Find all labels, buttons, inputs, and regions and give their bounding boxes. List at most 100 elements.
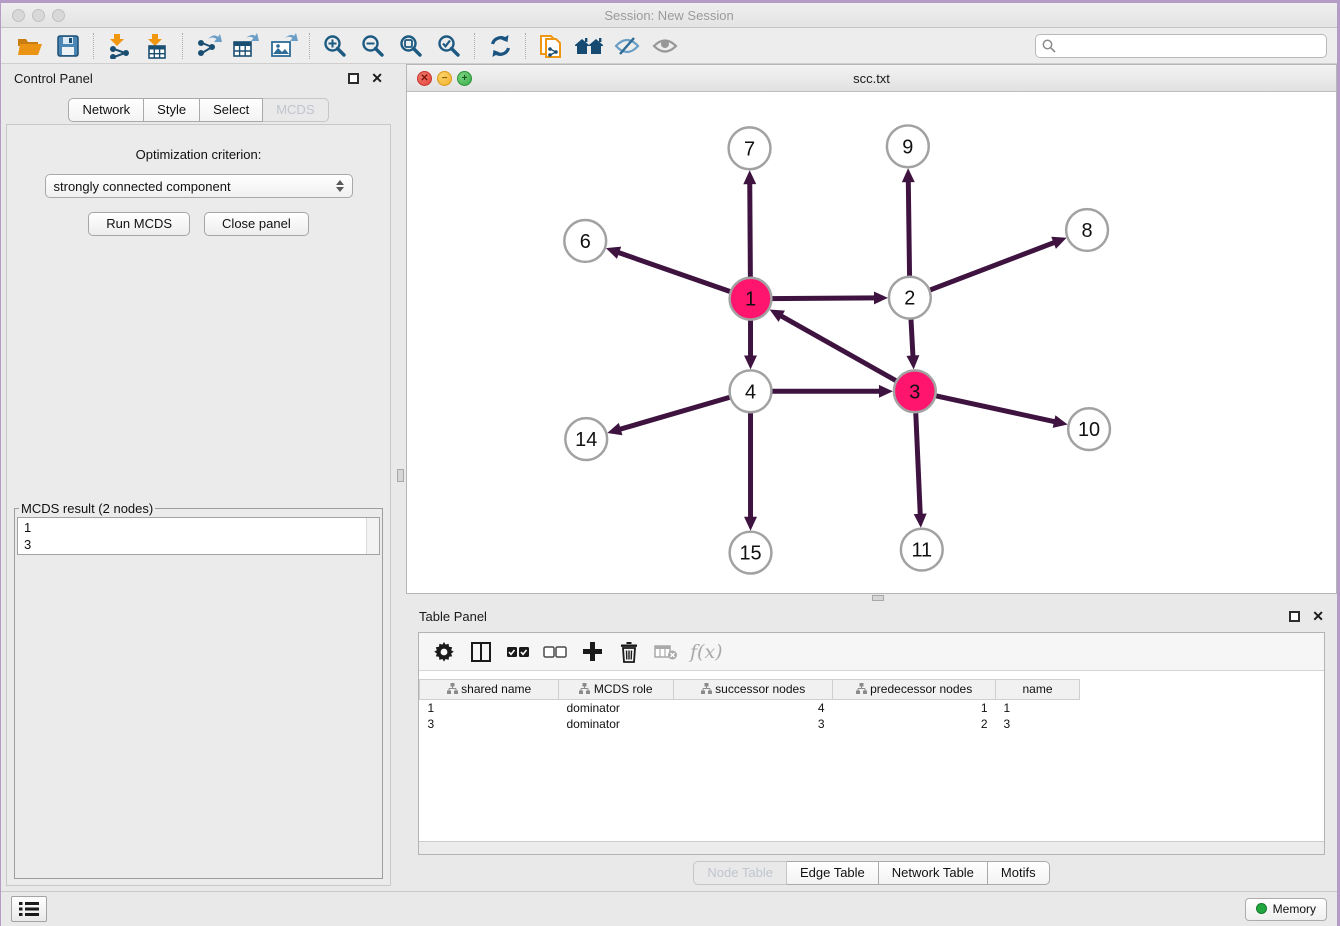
- graph-edge-arrow-icon: [743, 170, 756, 184]
- graph-edge[interactable]: [916, 409, 921, 517]
- graph-edge[interactable]: [768, 298, 877, 299]
- result-line: 1: [24, 519, 373, 536]
- graph-edge[interactable]: [750, 181, 751, 281]
- tab-motifs[interactable]: Motifs: [988, 861, 1050, 885]
- criterion-select[interactable]: strongly connected component: [45, 174, 353, 198]
- column-header[interactable]: MCDS role: [559, 680, 674, 700]
- frame-close-icon[interactable]: ✕: [417, 71, 432, 86]
- graph-node-label: 7: [744, 138, 755, 160]
- splitter-grip[interactable]: [397, 469, 404, 482]
- column-header[interactable]: predecessor nodes: [833, 680, 996, 700]
- graph-edge[interactable]: [927, 242, 1057, 292]
- home-icon[interactable]: [570, 31, 608, 61]
- splitter-grip[interactable]: [872, 595, 884, 601]
- graph-node-label: 4: [745, 381, 756, 403]
- table-panel-title: Table Panel: [419, 609, 1289, 624]
- memory-label: Memory: [1273, 902, 1316, 916]
- toolbar-separator: [525, 33, 526, 59]
- eye-icon[interactable]: [646, 31, 684, 61]
- graph-node-label: 8: [1082, 220, 1093, 242]
- minimize-window-icon[interactable]: [32, 9, 45, 22]
- list-icon: [19, 901, 39, 917]
- memory-status-icon: [1256, 903, 1267, 914]
- table-row[interactable]: 1dominator411: [420, 700, 1080, 716]
- table-cell[interactable]: dominator: [559, 716, 674, 732]
- status-bar: Memory: [1, 891, 1337, 926]
- network-canvas[interactable]: 1234678910111415: [407, 92, 1336, 593]
- table-cell[interactable]: 1: [833, 700, 996, 716]
- zoom-in-icon[interactable]: [316, 31, 354, 61]
- horizontal-scrollbar[interactable]: [419, 841, 1324, 854]
- table-area: shared name MCDS role successor nodes pr…: [419, 671, 1324, 841]
- close-panel-button[interactable]: Close panel: [204, 212, 309, 236]
- tab-edge-table[interactable]: Edge Table: [787, 861, 879, 885]
- graph-edge[interactable]: [911, 316, 913, 359]
- close-panel-icon[interactable]: ✕: [1312, 609, 1324, 623]
- import-network-icon[interactable]: [100, 31, 138, 61]
- mcds-result-box[interactable]: 1 3: [17, 517, 380, 555]
- zoom-out-icon[interactable]: [354, 31, 392, 61]
- export-network-icon[interactable]: [189, 31, 227, 61]
- optimization-criterion-label: Optimization criterion:: [136, 147, 262, 162]
- task-list-button[interactable]: [11, 896, 47, 922]
- float-panel-icon[interactable]: [348, 73, 359, 84]
- graph-edge[interactable]: [779, 315, 899, 383]
- graph-edge[interactable]: [932, 395, 1057, 422]
- table-cell[interactable]: 3: [674, 716, 833, 732]
- vertical-splitter[interactable]: [396, 64, 406, 891]
- table-cell[interactable]: 1: [420, 700, 559, 716]
- table-cell[interactable]: dominator: [559, 700, 674, 716]
- zoom-selected-icon[interactable]: [430, 31, 468, 61]
- frame-minimize-icon[interactable]: −: [437, 71, 452, 86]
- export-image-icon[interactable]: [265, 31, 303, 61]
- zoom-fit-icon[interactable]: [392, 31, 430, 61]
- frame-maximize-icon[interactable]: +: [457, 71, 472, 86]
- add-row-icon[interactable]: [579, 639, 605, 665]
- table-cell[interactable]: 3: [996, 716, 1080, 732]
- deselect-all-icon[interactable]: [542, 639, 568, 665]
- refresh-icon[interactable]: [481, 31, 519, 61]
- delete-row-icon[interactable]: [616, 639, 642, 665]
- open-folder-icon[interactable]: [11, 31, 49, 61]
- hide-style-icon[interactable]: [608, 31, 646, 61]
- tab-node-table[interactable]: Node Table: [693, 861, 787, 885]
- maximize-window-icon[interactable]: [52, 9, 65, 22]
- run-mcds-button[interactable]: Run MCDS: [88, 212, 190, 236]
- tab-select[interactable]: Select: [200, 98, 263, 122]
- column-header[interactable]: shared name: [420, 680, 559, 700]
- network-window: ✕ − + scc.txt 1234678910111415: [406, 64, 1337, 594]
- app-window: Session: New Session: [1, 3, 1337, 926]
- clone-network-icon[interactable]: [532, 31, 570, 61]
- graph-edge[interactable]: [616, 252, 733, 293]
- scrollbar[interactable]: [366, 518, 379, 554]
- select-all-icon[interactable]: [505, 639, 531, 665]
- tab-network-table[interactable]: Network Table: [879, 861, 988, 885]
- tab-network[interactable]: Network: [68, 98, 144, 122]
- graph-edge[interactable]: [908, 179, 909, 280]
- graph-edge[interactable]: [618, 396, 734, 430]
- horizontal-splitter[interactable]: [406, 594, 1337, 602]
- gear-icon[interactable]: [431, 639, 457, 665]
- main-toolbar: [1, 28, 1337, 64]
- tab-mcds[interactable]: MCDS: [263, 98, 328, 122]
- table-cell[interactable]: 1: [996, 700, 1080, 716]
- save-icon[interactable]: [49, 31, 87, 61]
- table-cell[interactable]: 2: [833, 716, 996, 732]
- split-pane-icon[interactable]: [468, 639, 494, 665]
- search-input[interactable]: [1035, 34, 1327, 58]
- node-table: shared name MCDS role successor nodes pr…: [419, 679, 1080, 732]
- table-row[interactable]: 3dominator323: [420, 716, 1080, 732]
- import-table-icon[interactable]: [138, 31, 176, 61]
- table-cell[interactable]: 4: [674, 700, 833, 716]
- memory-button[interactable]: Memory: [1245, 898, 1327, 921]
- tab-style[interactable]: Style: [144, 98, 200, 122]
- column-header[interactable]: successor nodes: [674, 680, 833, 700]
- float-panel-icon[interactable]: [1289, 611, 1300, 622]
- graph-node-label: 10: [1078, 419, 1100, 441]
- toolbar-separator: [309, 33, 310, 59]
- table-cell[interactable]: 3: [420, 716, 559, 732]
- close-window-icon[interactable]: [12, 9, 25, 22]
- close-panel-icon[interactable]: ✕: [371, 71, 383, 85]
- column-header[interactable]: name: [996, 680, 1080, 700]
- export-table-icon[interactable]: [227, 31, 265, 61]
